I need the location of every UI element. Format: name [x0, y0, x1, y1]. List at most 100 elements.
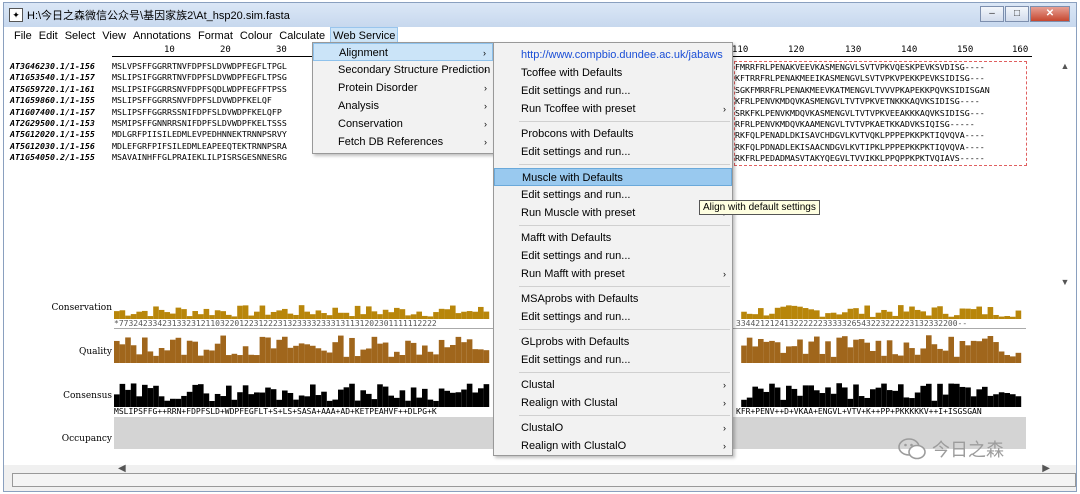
menu-item-protein-disorder[interactable]: Protein Disorder ›: [313, 79, 493, 97]
msaprobs-defaults[interactable]: MSAprobs with Defaults: [494, 290, 732, 308]
tcoffee-defaults[interactable]: Tcoffee with Defaults: [494, 64, 732, 82]
conservation-bar: [886, 311, 893, 319]
watermark-text: 今日之森: [932, 440, 1004, 460]
menu-view[interactable]: View: [100, 28, 128, 44]
quality-bar: [892, 354, 898, 363]
menu-annotations[interactable]: Annotations: [131, 28, 193, 44]
menu-item-conservation[interactable]: Conservation ›: [313, 115, 493, 133]
consensus-bar: [186, 391, 193, 407]
sequence-name[interactable]: AT1G59860.1/1-155: [10, 95, 112, 106]
conservation-bar: [114, 311, 120, 319]
sequence-row[interactable]: RFRLPENVKMDQVKAAMENGVLTVTVPKAETKKADVKSIQ…: [735, 119, 1026, 130]
menu-item-alignment[interactable]: Alignment ›: [313, 43, 493, 61]
sequence-row[interactable]: SGKFMRRFRLPENAKMEEVKATMENGVLTVVVPKAPEKKP…: [735, 85, 1026, 96]
sequence-row[interactable]: KFTRRFRLPENAKMEEIKASMENGVLSVTVPKVPEKKPEV…: [735, 73, 1026, 84]
consensus-bar: [377, 384, 383, 407]
clustal-menu[interactable]: Clustal ›: [494, 376, 732, 394]
probcons-defaults[interactable]: Probcons with Defaults: [494, 125, 732, 143]
mafft-preset[interactable]: Run Mafft with preset ›: [494, 265, 732, 283]
jabaws-server-url[interactable]: http://www.compbio.dundee.ac.uk/jabaws: [494, 46, 732, 64]
minimize-button[interactable]: –: [980, 6, 1004, 22]
sequence-row[interactable]: RKFQLPDNADLEKISAACNDGVLKVTIPKLPPPEPKKPKT…: [735, 142, 1026, 153]
clustalo-menu[interactable]: ClustalO ›: [494, 419, 732, 437]
vertical-scrollbar[interactable]: ▲ ▼: [1058, 61, 1072, 287]
quality-bar: [786, 346, 792, 363]
annotation-label-occupancy[interactable]: Occupancy: [10, 434, 112, 444]
realign-clustal-menu[interactable]: Realign with Clustal ›: [494, 394, 732, 412]
quality-bar: [338, 335, 344, 363]
sequence-name[interactable]: AT3G46230.1/1-156: [10, 61, 112, 72]
msaprobs-edit-settings[interactable]: Edit settings and run...: [494, 308, 732, 326]
quality-bar: [836, 337, 842, 363]
quality-bar: [226, 355, 232, 363]
menu-select[interactable]: Select: [63, 28, 98, 44]
mafft-defaults[interactable]: Mafft with Defaults: [494, 229, 732, 247]
quality-bar: [276, 339, 282, 363]
consensus-bar: [741, 399, 747, 407]
quality-bar: [847, 347, 854, 363]
maximize-button[interactable]: □: [1005, 6, 1029, 22]
close-button[interactable]: ✕: [1030, 6, 1070, 22]
sequence-row[interactable]: FMRRFRLPENAKVEEVKASMENGVLSVTVPKVQESKPEVK…: [735, 62, 1026, 73]
quality-bar: [298, 343, 305, 363]
consensus-bar: [937, 383, 943, 407]
consensus-bar: [864, 397, 870, 407]
menu-colour[interactable]: Colour: [238, 28, 274, 44]
sequence-row[interactable]: RKFQLPENADLDKISAVCHDGVLKVTVQKLPPPEPKKPKT…: [735, 130, 1026, 141]
glprobs-defaults[interactable]: GLprobs with Defaults: [494, 333, 732, 351]
consensus-bar: [875, 387, 882, 407]
annotation-label-conservation[interactable]: Conservation: [10, 303, 112, 313]
conservation-bar: [970, 309, 977, 319]
annotation-label-quality[interactable]: Quality: [10, 347, 112, 357]
conservation-bar: [119, 310, 126, 319]
sequence-name[interactable]: AT1G07400.1/1-157: [10, 107, 112, 118]
scroll-down-icon[interactable]: ▼: [1061, 277, 1070, 287]
chevron-right-icon: ›: [484, 65, 487, 75]
sequence-name[interactable]: AT2G29500.1/1-153: [10, 118, 112, 129]
sequence-id-panel[interactable]: AT3G46230.1/1-156 AT1G53540.1/1-157 AT5G…: [10, 61, 112, 164]
consensus-bar: [763, 391, 770, 407]
chevron-right-icon: ›: [484, 119, 487, 129]
menu-edit[interactable]: Edit: [37, 28, 60, 44]
sequence-row[interactable]: RKFRLPEDADMASVTAKYQEGVLTVVIKKLPPQPPKPKTV…: [735, 153, 1026, 164]
consensus-bar: [780, 399, 786, 407]
tcoffee-preset[interactable]: Run Tcoffee with preset ›: [494, 100, 732, 118]
consensus-bar: [360, 390, 366, 407]
mafft-edit-settings[interactable]: Edit settings and run...: [494, 247, 732, 265]
ruler-tick: 30: [276, 45, 287, 55]
chevron-right-icon: ›: [723, 104, 726, 114]
conservation-bar: [847, 308, 854, 319]
consensus-bar: [321, 391, 327, 407]
sequence-residues-right[interactable]: FMRRFRLPENAKVEEVKASMENGVLSVTVPKVQESKPEVK…: [734, 61, 1027, 166]
sequence-name[interactable]: AT5G12020.1/1-155: [10, 129, 112, 140]
menu-format[interactable]: Format: [196, 28, 235, 44]
menu-file[interactable]: File: [12, 28, 34, 44]
tcoffee-edit-settings[interactable]: Edit settings and run...: [494, 82, 732, 100]
sequence-name[interactable]: AT5G12030.1/1-156: [10, 141, 112, 152]
consensus-right: KFR+PENV++D+VKAA+ENGVL+VTV+K++PP+PKKKKKV…: [736, 407, 982, 416]
probcons-edit-settings[interactable]: Edit settings and run...: [494, 143, 732, 161]
scroll-up-icon[interactable]: ▲: [1061, 61, 1070, 71]
glprobs-edit-settings[interactable]: Edit settings and run...: [494, 351, 732, 369]
conservation-bar: [354, 305, 361, 319]
quality-bar: [422, 345, 428, 363]
muscle-preset[interactable]: Run Muscle with preset›: [494, 204, 732, 222]
ruler-tick: 20: [220, 45, 231, 55]
menu-item-secondary-structure[interactable]: Secondary Structure Prediction ›: [313, 61, 493, 79]
muscle-defaults[interactable]: Muscle with Defaults: [494, 168, 732, 186]
sequence-name[interactable]: AT5G59720.1/1-161: [10, 84, 112, 95]
conservation-bar: [881, 309, 887, 319]
sequence-name[interactable]: AT1G53540.1/1-157: [10, 72, 112, 83]
menu-item-fetch-db[interactable]: Fetch DB References ›: [313, 133, 493, 151]
menu-item-analysis[interactable]: Analysis ›: [313, 97, 493, 115]
consensus-bar: [926, 383, 932, 407]
conservation-bar: [814, 310, 820, 319]
annotation-label-consensus[interactable]: Consensus: [10, 391, 112, 401]
sequence-row[interactable]: SRKFKLPENVKMDQVKASMENGVLTVTVPKVEEAKKKAQV…: [735, 108, 1026, 119]
sequence-name[interactable]: AT1G54050.2/1-155: [10, 152, 112, 163]
sequence-row[interactable]: KFRLPENVKMDQVKASMENGVLTVTVPKVETNKKKAQVKS…: [735, 96, 1026, 107]
menu-item-label: Run Muscle with preset: [521, 207, 636, 219]
realign-clustalo-menu[interactable]: Realign with ClustalO ›: [494, 437, 732, 455]
muscle-edit-settings[interactable]: Edit settings and run...: [494, 186, 732, 204]
quality-bar: [780, 352, 786, 363]
